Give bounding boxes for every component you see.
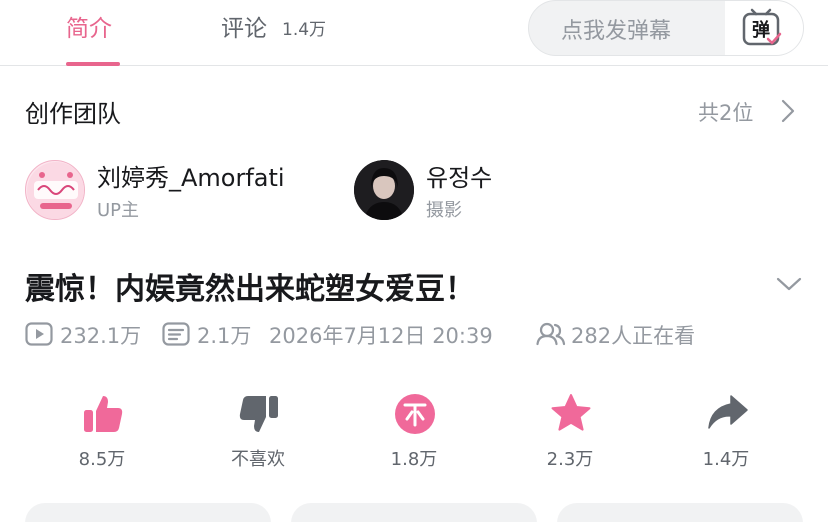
svg-text:弹: 弹 bbox=[752, 19, 770, 41]
danmaku-bar: 点我发弹幕 弹 bbox=[528, 0, 804, 56]
viewers-icon bbox=[536, 322, 566, 346]
danmaku-count-icon bbox=[162, 322, 190, 346]
danmaku-input[interactable]: 点我发弹幕 bbox=[561, 13, 671, 45]
avatar-logo-amorfati bbox=[27, 162, 84, 219]
dislike-label: 不喜欢 bbox=[231, 449, 285, 470]
video-title: 震惊！内娱竟然出来蛇塑女爱豆！ bbox=[25, 272, 475, 307]
tab-intro[interactable]: 简介 bbox=[66, 9, 112, 43]
danmaku-toggle-icon: 弹 bbox=[742, 8, 782, 46]
member-name[interactable]: 유정수 bbox=[426, 158, 492, 193]
team-count[interactable]: 共2位 bbox=[698, 97, 753, 127]
publish-time: 2026年7月12日 20:39 bbox=[269, 324, 493, 348]
team-title: 创作团队 bbox=[25, 100, 121, 128]
member-role: 摄影 bbox=[426, 200, 462, 221]
like-count: 8.5万 bbox=[78, 449, 126, 470]
related-chip[interactable] bbox=[291, 503, 537, 522]
danmaku-count: 2.1万 bbox=[197, 324, 252, 348]
avatar[interactable] bbox=[354, 160, 414, 220]
related-chip[interactable] bbox=[25, 503, 271, 522]
avatar[interactable] bbox=[25, 160, 85, 220]
thumbs-up-icon bbox=[84, 396, 123, 432]
member-role: UP主 bbox=[97, 200, 140, 221]
coin-icon bbox=[395, 394, 435, 434]
comments-count[interactable]: 1.4万 bbox=[282, 15, 326, 40]
favorite-count: 2.3万 bbox=[546, 449, 594, 470]
avatar-photo bbox=[354, 160, 414, 220]
chevron-right-icon[interactable] bbox=[780, 98, 796, 124]
play-count-icon bbox=[25, 322, 53, 346]
tab-comments[interactable]: 评论 bbox=[221, 9, 267, 43]
share-count: 1.4万 bbox=[702, 449, 750, 470]
like-button[interactable]: 8.5万 bbox=[47, 392, 157, 472]
share-button[interactable]: 1.4万 bbox=[671, 392, 781, 472]
danmaku-toggle-button[interactable]: 弹 bbox=[725, 1, 803, 55]
view-count: 232.1万 bbox=[60, 324, 142, 348]
member-name[interactable]: 刘婷秀_Amorfati bbox=[97, 158, 285, 193]
share-icon bbox=[708, 395, 748, 429]
dislike-button[interactable]: 不喜欢 bbox=[203, 392, 313, 472]
coin-button[interactable]: 1.8万 bbox=[359, 392, 469, 472]
tab-active-indicator bbox=[66, 62, 120, 66]
coin-count: 1.8万 bbox=[390, 449, 438, 470]
watching-count: 282人正在看 bbox=[571, 324, 696, 348]
thumbs-down-icon bbox=[239, 396, 278, 432]
star-icon bbox=[551, 394, 591, 431]
related-chip[interactable] bbox=[557, 503, 803, 522]
favorite-button[interactable]: 2.3万 bbox=[515, 392, 625, 472]
chevron-down-icon[interactable] bbox=[776, 276, 802, 292]
tab-bar: 简介 评论 1.4万 点我发弹幕 弹 bbox=[0, 0, 828, 66]
